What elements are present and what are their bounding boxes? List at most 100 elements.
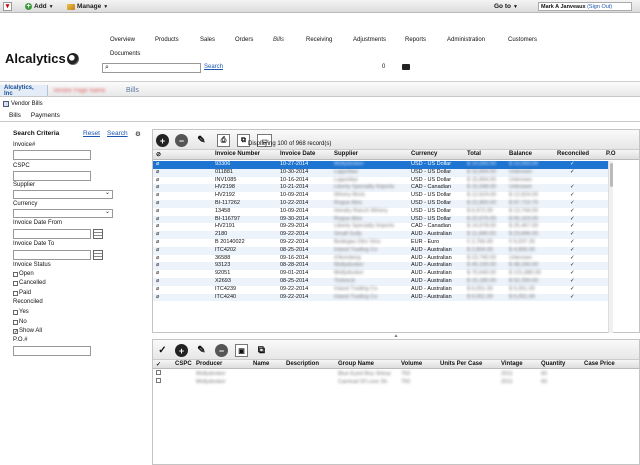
paperclip-icon[interactable]: ⌀ xyxy=(156,294,159,302)
attach-icon[interactable]: ⧉ xyxy=(255,344,268,357)
paperclip-icon[interactable]: ⌀ xyxy=(156,161,159,169)
table-row[interactable]: ⌀ HV2198 10-21-2014 Liberty Specialty Impor… xyxy=(153,184,609,193)
col-group-name[interactable]: Group Name xyxy=(338,361,374,367)
paperclip-icon[interactable]: ⌀ xyxy=(156,192,159,200)
table-row[interactable]: ⌀ 93306 10-27-2014 Mollydooker USD - US Doll… xyxy=(153,161,609,169)
scroll-thumb[interactable] xyxy=(610,163,613,187)
paperclip-icon[interactable]: ⌀ xyxy=(156,216,159,224)
gear-icon[interactable]: ⚙ xyxy=(135,130,141,138)
app-menu-button[interactable]: ▾ xyxy=(3,2,12,11)
col-case-price[interactable]: Case Price xyxy=(584,361,615,367)
paperclip-icon[interactable]: ⌀ xyxy=(156,223,159,231)
currency-select[interactable] xyxy=(13,208,113,218)
col-units-per-case[interactable]: Units Per Case xyxy=(440,361,482,367)
col-invoice-number[interactable]: Invoice Number xyxy=(215,151,260,157)
paperclip-icon[interactable]: ⌀ xyxy=(156,247,159,255)
remove-icon[interactable]: − xyxy=(175,134,188,147)
nav-bills[interactable]: Bills xyxy=(273,37,284,43)
nav-sales[interactable]: Sales xyxy=(200,37,215,43)
calendar-icon[interactable] xyxy=(93,250,103,260)
nav-overview[interactable]: Overview xyxy=(110,37,135,43)
logo[interactable]: Alcalytics xyxy=(5,51,79,66)
table-row[interactable]: ⌀ 011881 10-30-2014 Lagunitas USD - US Dolla… xyxy=(153,168,609,177)
check-icon[interactable]: ✓ xyxy=(156,344,169,357)
table-row[interactable]: ⌀ HV2191 09-29-2014 Liberty Specialty Impor… xyxy=(153,223,609,231)
col-cspc[interactable]: CSPC xyxy=(175,361,192,367)
paperclip-icon[interactable]: ⌀ xyxy=(156,239,159,247)
table-row[interactable]: ⌀ BI-117262 10-22-2014 Rogue Ales USD - US D… xyxy=(153,200,609,208)
table-row[interactable]: ⌀ 92051 09-01-2014 Mollydooker AUD - Austral… xyxy=(153,270,609,278)
cspc-input[interactable] xyxy=(13,171,91,181)
col-quantity[interactable]: Quantity xyxy=(541,361,565,367)
nav-reports[interactable]: Reports xyxy=(405,37,426,43)
calendar-icon[interactable] xyxy=(93,229,103,239)
breadcrumb-vendor[interactable]: Vendor Page Name xyxy=(49,85,117,96)
invoice-input[interactable] xyxy=(13,150,91,160)
status-open-checkbox[interactable]: Open xyxy=(13,271,34,277)
mail-icon[interactable] xyxy=(402,64,410,70)
nav-adjustments[interactable]: Adjustments xyxy=(353,37,386,43)
table-row[interactable]: ⌀ 36588 09-16-2014 d'Arenberg AUD - Australi… xyxy=(153,255,609,263)
col-producer[interactable]: Producer xyxy=(196,361,222,367)
row-checkbox[interactable] xyxy=(156,370,161,378)
table-row[interactable]: ⌀ HV2192 10-09-2014 Winery Brick USD - US Do… xyxy=(153,192,609,200)
po-input[interactable] xyxy=(13,346,91,356)
col-currency[interactable]: Currency xyxy=(411,151,437,157)
paperclip-icon[interactable]: ⌀ xyxy=(156,208,159,216)
row-checkbox[interactable] xyxy=(156,378,161,386)
nav-orders[interactable]: Orders xyxy=(235,37,253,43)
paperclip-icon[interactable]: ⌀ xyxy=(156,184,159,192)
col-reconciled[interactable]: Reconciled xyxy=(557,151,589,157)
nav-administration[interactable]: Administration xyxy=(447,37,485,43)
table-row[interactable]: ⌀ ITC4202 08-25-2014 Inland Trading Co AUD -… xyxy=(153,246,609,255)
table-row[interactable]: ⌀ 2180 09-22-2014 Small Gully AUD - Australi… xyxy=(153,231,609,239)
table-row[interactable]: ⌀ 93123 08-28-2014 Mollydooker AUD - Austral… xyxy=(153,262,609,271)
tab-bills[interactable]: Bills xyxy=(9,112,21,119)
paperclip-icon[interactable]: ⌀ xyxy=(156,262,159,270)
date-to-input[interactable] xyxy=(13,250,91,260)
table-row[interactable]: ⌀ X2693 08-25-2014 Torbreck AUD - Australian… xyxy=(153,278,609,286)
paperclip-icon[interactable]: ⌀ xyxy=(156,255,159,263)
tab-payments[interactable]: Payments xyxy=(31,112,60,119)
paperclip-icon[interactable]: ⌀ xyxy=(156,177,159,185)
table-row[interactable]: ⌀ ITC4239 09-22-2014 Inland Trading Co AUD -… xyxy=(153,286,609,294)
reconciled-yes-checkbox[interactable]: Yes xyxy=(13,309,29,315)
paperclip-icon[interactable]: ⌀ xyxy=(156,270,159,278)
paperclip-icon[interactable]: ⌀ xyxy=(156,286,159,294)
criteria-search-link[interactable]: Search xyxy=(107,130,128,137)
reset-link[interactable]: Reset xyxy=(83,130,100,137)
save-icon[interactable]: ▣ xyxy=(235,344,248,357)
col-balance[interactable]: Balance xyxy=(509,151,532,157)
col-vintage[interactable]: Vintage xyxy=(501,361,523,367)
table-row[interactable]: ⌀ ITC4240 09-22-2014 Inland Trading Co AUD -… xyxy=(153,293,609,302)
table-row[interactable]: ⌀ BI-116797 09-30-2014 Rogue Ales USD - US D… xyxy=(153,215,609,224)
table-row[interactable]: ⌀ INV1085 10-16-2014 Lagunitas USD - US Doll… xyxy=(153,177,609,185)
table-row[interactable]: Mollydooker Carnival Of Love Sh 750 2011 60 xyxy=(153,378,640,386)
notification-count[interactable]: 0 xyxy=(382,64,385,70)
reconciled-showall-checkbox[interactable]: ✓ Show All xyxy=(13,328,42,334)
search-input[interactable]: ⌕ xyxy=(102,63,201,73)
col-invoice-date[interactable]: Invoice Date xyxy=(280,151,315,157)
nav-products[interactable]: Products xyxy=(155,37,179,43)
table-row[interactable]: ⌀ B 20140022 09-22-2014 Bodegas Otro Vino EU… xyxy=(153,239,609,247)
pdf-icon[interactable]: ⎙ xyxy=(217,134,230,147)
edit-pencil-icon[interactable]: ✎ xyxy=(195,344,208,357)
status-paid-checkbox[interactable]: Paid xyxy=(13,290,31,296)
col-supplier[interactable]: Supplier xyxy=(334,151,358,157)
signout-link[interactable]: (Sign Out) xyxy=(587,4,612,10)
reconciled-no-checkbox[interactable]: No xyxy=(13,319,27,325)
breadcrumb-company[interactable]: Alcalytics, Inc xyxy=(0,85,48,97)
status-cancelled-checkbox[interactable]: Cancelled xyxy=(13,280,46,286)
paperclip-icon[interactable]: ⌀ xyxy=(156,231,159,239)
nav-customers[interactable]: Customers xyxy=(508,37,537,43)
col-total[interactable]: Total xyxy=(467,151,481,157)
supplier-select[interactable] xyxy=(13,189,113,199)
search-link[interactable]: Search xyxy=(204,64,223,70)
add-menu-button[interactable]: + Add ▼ xyxy=(25,2,54,11)
bills-scrollbar[interactable] xyxy=(608,161,613,333)
add-icon[interactable]: + xyxy=(175,344,188,357)
paperclip-icon[interactable]: ⌀ xyxy=(156,278,159,286)
table-row[interactable]: Mollydooker Blue Eyed Boy Shiraz 750 2011 60 xyxy=(153,370,640,378)
nav-documents[interactable]: Documents xyxy=(110,51,140,57)
goto-select[interactable]: Go to ▼ xyxy=(494,2,534,11)
